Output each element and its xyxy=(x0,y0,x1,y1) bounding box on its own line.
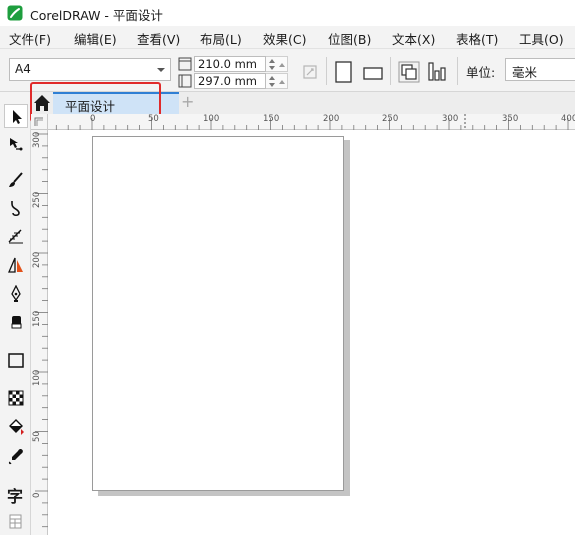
ruler-label: 200 xyxy=(323,114,340,124)
document-tab-label: 平面设计 xyxy=(65,99,116,114)
ruler-label: 0 xyxy=(90,114,96,124)
ruler-label: 0 xyxy=(32,492,42,498)
table-tool-icon xyxy=(9,514,22,529)
ruler-ticks xyxy=(55,114,569,130)
mirror-tool-icon xyxy=(8,257,23,273)
artistic-media-icon xyxy=(9,172,23,187)
ruler-label: 350 xyxy=(502,114,519,124)
pen-tool-icon xyxy=(11,285,21,302)
ruler-label: 250 xyxy=(32,191,42,208)
page-width-icon xyxy=(178,57,192,71)
paper-size-select[interactable]: A4 xyxy=(9,58,171,81)
pick-tool-icon xyxy=(13,110,22,124)
ruler-label: 100 xyxy=(32,369,42,386)
smart-drawing-tool[interactable] xyxy=(4,224,28,248)
eyedropper-tool[interactable] xyxy=(4,444,28,468)
eraser-tool-icon xyxy=(11,316,22,329)
ruler-ticks xyxy=(35,133,48,528)
ruler-label: 150 xyxy=(263,114,280,124)
landscape-icon[interactable] xyxy=(361,60,385,84)
separator xyxy=(326,57,327,85)
chevron-down-icon xyxy=(157,68,165,72)
ruler-label: 100 xyxy=(203,114,220,124)
coreldraw-icon xyxy=(7,5,23,21)
property-bar: A4 210.0 mm 297.0 mm 单位: 毫米 xyxy=(0,48,575,92)
ruler-label: 250 xyxy=(382,114,399,124)
fill-tool[interactable] xyxy=(4,415,28,439)
all-pages-size-icon[interactable] xyxy=(397,60,421,84)
text-tool-icon: 字 xyxy=(7,487,24,506)
add-tab-button[interactable]: + xyxy=(181,93,194,111)
vertical-ruler[interactable]: 300 250 200 150 100 50 0 xyxy=(31,130,48,535)
menu-tools[interactable]: 工具(O) xyxy=(519,29,564,48)
rectangle-tool-icon xyxy=(8,353,24,368)
pick-tool[interactable] xyxy=(4,104,28,128)
menu-bitmaps[interactable]: 位图(B) xyxy=(328,29,371,48)
portrait-icon[interactable] xyxy=(332,60,356,84)
shape-tool[interactable] xyxy=(4,132,28,156)
title-bar: CorelDRAW - 平面设计 xyxy=(0,0,575,26)
paper-size-value: A4 xyxy=(15,62,31,76)
page-height-icon xyxy=(178,74,192,88)
artistic-media-tool[interactable] xyxy=(4,168,28,192)
ruler-label: 150 xyxy=(32,310,42,327)
all-pages-icon[interactable] xyxy=(298,60,322,84)
units-label: 单位: xyxy=(466,65,496,80)
home-icon xyxy=(34,95,50,111)
ruler-label: 400 xyxy=(561,114,575,124)
ruler-label: 300 xyxy=(442,114,459,124)
fill-tool-icon xyxy=(9,419,24,435)
separator xyxy=(390,57,391,85)
ruler-label: 200 xyxy=(32,251,42,268)
menu-text[interactable]: 文本(X) xyxy=(392,29,435,48)
app-window: CorelDRAW - 平面设计 文件(F) 编辑(E) 查看(V) 布局(L)… xyxy=(0,0,575,535)
page-height-field[interactable]: 297.0 mm xyxy=(194,73,266,89)
window-title: CorelDRAW - 平面设计 xyxy=(30,8,163,23)
mirror-tool[interactable] xyxy=(4,253,28,277)
page-width-stepper[interactable] xyxy=(266,56,288,72)
eraser-tool[interactable] xyxy=(4,310,28,334)
pen-tool[interactable] xyxy=(4,282,28,306)
menu-edit[interactable]: 编辑(E) xyxy=(74,29,117,48)
rectangle-tool[interactable] xyxy=(4,348,28,372)
page-width-field[interactable]: 210.0 mm xyxy=(194,56,266,72)
document-page[interactable] xyxy=(92,136,344,491)
separator xyxy=(457,57,458,85)
menu-bar: 文件(F) 编辑(E) 查看(V) 布局(L) 效果(C) 位图(B) 文本(X… xyxy=(0,26,575,48)
current-page-size-icon[interactable] xyxy=(426,60,450,84)
text-tool[interactable]: 字 xyxy=(4,482,28,506)
document-tab-strip: 平面设计 + xyxy=(31,92,575,114)
units-select[interactable]: 毫米 xyxy=(505,58,575,81)
ruler-corner[interactable] xyxy=(31,114,48,130)
freehand-tool-icon xyxy=(11,201,20,217)
freehand-tool[interactable] xyxy=(4,196,28,220)
menu-layout[interactable]: 布局(L) xyxy=(200,29,242,48)
units-value: 毫米 xyxy=(512,65,538,80)
home-tab[interactable] xyxy=(31,92,53,114)
menu-file[interactable]: 文件(F) xyxy=(9,29,51,48)
horizontal-ruler[interactable]: 0 50 100 150 200 250 300 350 400 xyxy=(48,114,575,130)
menu-view[interactable]: 查看(V) xyxy=(137,29,180,48)
ruler-label: 300 xyxy=(32,131,42,148)
transparency-tool-icon xyxy=(8,390,24,406)
ruler-label: 50 xyxy=(148,114,159,124)
menu-effects[interactable]: 效果(C) xyxy=(263,29,306,48)
tab-document[interactable]: 平面设计 xyxy=(53,92,179,114)
table-tool[interactable] xyxy=(4,510,28,534)
transparency-tool[interactable] xyxy=(4,386,28,410)
ruler-label: 50 xyxy=(32,431,42,442)
toolbox: 字 xyxy=(0,92,31,535)
shape-tool-icon xyxy=(10,138,23,151)
smart-drawing-icon xyxy=(8,229,23,244)
eyedropper-tool-icon xyxy=(8,449,23,465)
menu-table[interactable]: 表格(T) xyxy=(456,29,498,48)
page-height-stepper[interactable] xyxy=(266,73,288,89)
